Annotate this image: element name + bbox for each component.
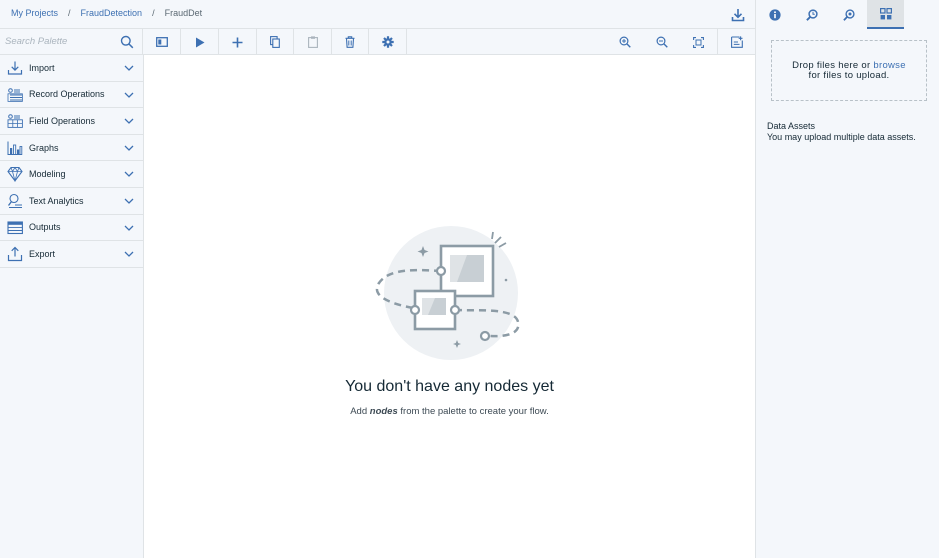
side-panel-tabs — [756, 0, 939, 29]
palette-category-label: Field Operations — [29, 115, 96, 126]
palette-category-field-operations[interactable]: Field Operations — [0, 108, 143, 135]
palette-search — [0, 29, 143, 55]
file-drop-zone[interactable]: Drop files here or browse for files to u… — [771, 40, 927, 101]
chevron-down-icon[interactable] — [124, 170, 134, 178]
record-operations-icon — [7, 87, 23, 103]
palette-category-modeling[interactable]: Modeling — [0, 161, 143, 188]
empty-canvas-illustration — [375, 223, 525, 363]
breadcrumb-separator: / — [152, 8, 155, 18]
tab-search-history[interactable] — [793, 0, 830, 29]
chevron-down-icon[interactable] — [124, 144, 134, 152]
delete-icon — [345, 36, 355, 48]
palette-category-outputs[interactable]: Outputs — [0, 215, 143, 242]
zoom-out-icon — [656, 36, 668, 48]
flow-canvas[interactable]: You don't have any nodes yet Add nodes f… — [144, 55, 755, 558]
zoom-in-icon — [619, 36, 631, 48]
info-icon — [768, 8, 781, 21]
palette-category-label: Export — [29, 248, 56, 259]
chevron-down-icon[interactable] — [124, 64, 134, 72]
chevron-down-icon[interactable] — [124, 117, 134, 125]
fit-to-screen-button[interactable] — [680, 29, 718, 55]
run-flow-button[interactable] — [181, 29, 219, 55]
tab-info[interactable] — [756, 0, 793, 29]
palette-search-input[interactable] — [0, 29, 115, 54]
chevron-down-icon[interactable] — [124, 224, 134, 232]
toggle-palette-button[interactable] — [143, 29, 181, 55]
chevron-down-icon[interactable] — [124, 197, 134, 205]
delete-button[interactable] — [331, 29, 369, 55]
search-history-icon — [805, 8, 818, 21]
flow-settings-button[interactable] — [369, 29, 407, 55]
flow-toolbar — [0, 29, 755, 55]
empty-state-subtitle: Add nodes from the palette to create you… — [144, 406, 755, 417]
palette-category-text-analytics[interactable]: Text Analytics — [0, 188, 143, 215]
zoom-out-button[interactable] — [643, 29, 681, 55]
download-icon[interactable] — [730, 7, 746, 23]
empty-sub-before: Add — [350, 406, 370, 417]
palette-category-label: Text Analytics — [29, 195, 84, 206]
copy-button[interactable] — [256, 29, 294, 55]
add-icon — [232, 37, 243, 48]
chevron-down-icon[interactable] — [124, 250, 134, 258]
node-palette: Import Record Operations Field Operation… — [0, 55, 144, 558]
palette-category-import[interactable]: Import — [0, 55, 143, 82]
palette-category-label: Import — [29, 62, 55, 73]
palette-category-record-operations[interactable]: Record Operations — [0, 82, 143, 109]
palette-category-export[interactable]: Export — [0, 241, 143, 268]
drop-text-line2: for files to upload. — [808, 69, 890, 81]
import-icon — [7, 60, 23, 76]
settings-icon — [381, 36, 394, 48]
drop-zone-text: Drop files here or browse for files to u… — [792, 60, 906, 81]
add-comment-button[interactable] — [718, 29, 756, 55]
data-assets-heading: Data Assets — [767, 121, 816, 131]
data-assets-icon — [879, 7, 892, 20]
paste-button[interactable] — [294, 29, 332, 55]
add-node-button[interactable] — [219, 29, 257, 55]
export-icon — [7, 246, 23, 262]
breadcrumb-fraud-detection[interactable]: FraudDetection — [81, 8, 143, 18]
copy-icon — [269, 36, 280, 48]
breadcrumb-current-flow: FraudDet — [164, 8, 203, 18]
palette-category-label: Outputs — [29, 222, 61, 233]
fit-to-screen-icon — [693, 36, 704, 48]
breadcrumb-my-projects[interactable]: My Projects — [11, 8, 58, 18]
palette-category-label: Record Operations — [29, 89, 105, 100]
palette-category-label: Graphs — [29, 142, 59, 153]
field-operations-icon — [7, 113, 23, 129]
outputs-icon — [7, 220, 23, 236]
paste-icon — [307, 36, 318, 48]
right-side-panel: Drop files here or browse for files to u… — [755, 0, 939, 558]
empty-state-title: You don't have any nodes yet — [345, 378, 554, 395]
empty-sub-emphasis: nodes — [369, 406, 398, 417]
empty-sub-after: from the palette to create your flow. — [397, 406, 549, 417]
tab-comments[interactable] — [830, 0, 867, 29]
comment-icon — [731, 36, 743, 48]
palette-category-label: Modeling — [29, 169, 66, 180]
graphs-icon — [7, 140, 23, 156]
chevron-down-icon[interactable] — [124, 91, 134, 99]
zoom-in-button[interactable] — [606, 29, 644, 55]
header-bar: My Projects / FraudDetection / FraudDet — [0, 0, 755, 29]
tab-data-assets[interactable] — [867, 0, 904, 29]
breadcrumb: My Projects / FraudDetection / FraudDet — [11, 8, 202, 18]
toggle-palette-icon — [155, 37, 168, 47]
run-icon — [195, 37, 205, 48]
data-assets-panel: Drop files here or browse for files to u… — [756, 29, 939, 558]
comments-icon — [842, 8, 855, 21]
search-icon[interactable] — [120, 35, 134, 49]
palette-category-graphs[interactable]: Graphs — [0, 135, 143, 162]
data-assets-note: You may upload multiple data assets. — [767, 132, 916, 142]
breadcrumb-separator: / — [68, 8, 71, 18]
text-analytics-icon — [7, 193, 23, 209]
modeling-icon — [7, 166, 23, 183]
